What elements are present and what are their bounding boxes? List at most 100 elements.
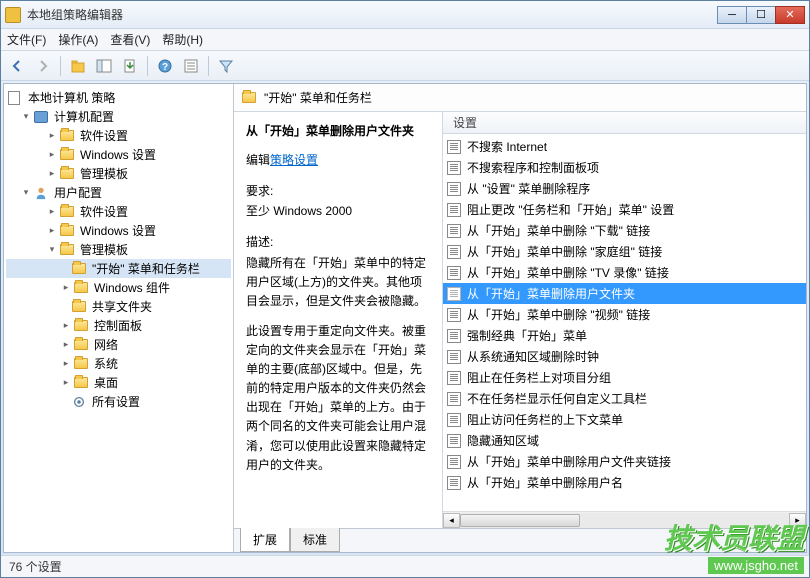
filter-button[interactable] — [214, 54, 238, 78]
list-item[interactable]: 从「开始」菜单中删除用户名 — [443, 472, 806, 493]
forward-button[interactable] — [31, 54, 55, 78]
tree-panel[interactable]: 本地计算机 策略 ▾ 计算机配置 ▸ 软件设置 ▸ Windows 设置 ▸ 管… — [4, 84, 234, 552]
list-item[interactable]: 从 "设置" 菜单删除程序 — [443, 178, 806, 199]
horizontal-scrollbar[interactable]: ◂ ▸ — [443, 511, 806, 528]
expand-icon[interactable]: ▸ — [60, 377, 72, 389]
folder-icon — [74, 320, 88, 331]
properties-button[interactable] — [179, 54, 203, 78]
folder-icon — [74, 377, 88, 388]
folder-icon — [74, 358, 88, 369]
titlebar[interactable]: 本地组策略编辑器 ─ ☐ ✕ — [1, 1, 809, 29]
scroll-thumb[interactable] — [460, 514, 580, 527]
menu-view[interactable]: 查看(V) — [110, 31, 150, 48]
expand-icon[interactable]: ▸ — [60, 358, 72, 370]
list-item[interactable]: 从系统通知区域删除时钟 — [443, 346, 806, 367]
list-item[interactable]: 强制经典「开始」菜单 — [443, 325, 806, 346]
tree-cc-admin[interactable]: ▸ 管理模板 — [6, 164, 231, 183]
tree-label: Windows 组件 — [94, 279, 170, 296]
svg-text:?: ? — [162, 62, 168, 73]
expand-icon[interactable]: ▸ — [46, 206, 58, 218]
desc-label: 描述: — [246, 233, 430, 252]
policy-icon — [8, 91, 20, 105]
right-header: "开始" 菜单和任务栏 — [234, 84, 806, 112]
collapse-icon[interactable]: ▾ — [46, 244, 58, 256]
list-item-label: 从「开始」菜单中删除 "TV 录像" 链接 — [467, 264, 669, 281]
scroll-left-button[interactable]: ◂ — [443, 513, 460, 528]
list-item[interactable]: 从「开始」菜单中删除 "下载" 链接 — [443, 220, 806, 241]
scroll-track[interactable] — [460, 513, 789, 528]
settings-column-header[interactable]: 设置 — [443, 112, 806, 134]
tree-shared-folders[interactable]: 共享文件夹 — [6, 297, 231, 316]
back-button[interactable] — [5, 54, 29, 78]
settings-list[interactable]: 不搜索 Internet 不搜索程序和控制面板项从 "设置" 菜单删除程序阻止更改… — [443, 134, 806, 511]
policy-item-icon — [447, 455, 461, 469]
policy-item-icon — [447, 392, 461, 406]
tree-network[interactable]: ▸ 网络 — [6, 335, 231, 354]
maximize-button[interactable]: ☐ — [746, 6, 776, 24]
tree-uc-software[interactable]: ▸ 软件设置 — [6, 202, 231, 221]
policy-item-icon — [447, 140, 461, 154]
expand-icon[interactable]: ▸ — [46, 149, 58, 161]
tree-desktop[interactable]: ▸ 桌面 — [6, 373, 231, 392]
list-item[interactable]: 不搜索程序和控制面板项 — [443, 157, 806, 178]
list-item-label: 不搜索 Internet — [467, 138, 547, 155]
expand-icon[interactable]: ▸ — [46, 225, 58, 237]
tree-label: 网络 — [94, 336, 118, 353]
tree-root[interactable]: 本地计算机 策略 — [6, 88, 231, 107]
list-item[interactable]: 从「开始」菜单中删除 "家庭组" 链接 — [443, 241, 806, 262]
menu-action[interactable]: 操作(A) — [58, 31, 98, 48]
expand-icon[interactable]: ▸ — [60, 339, 72, 351]
tree-computer-config[interactable]: ▾ 计算机配置 — [6, 107, 231, 126]
tree-cc-software[interactable]: ▸ 软件设置 — [6, 126, 231, 145]
expand-icon[interactable]: ▸ — [46, 130, 58, 142]
tree-uc-admin[interactable]: ▾ 管理模板 — [6, 240, 231, 259]
right-body: 从「开始」菜单删除用户文件夹 编辑策略设置 要求: 至少 Windows 200… — [234, 112, 806, 528]
export-button[interactable] — [118, 54, 142, 78]
tree-label: 所有设置 — [92, 393, 140, 410]
list-item-label: 从「开始」菜单中删除用户文件夹链接 — [467, 453, 671, 470]
menu-help[interactable]: 帮助(H) — [162, 31, 203, 48]
content-area: 本地计算机 策略 ▾ 计算机配置 ▸ 软件设置 ▸ Windows 设置 ▸ 管… — [3, 83, 807, 553]
list-item[interactable]: 从「开始」菜单中删除用户文件夹链接 — [443, 451, 806, 472]
expand-icon[interactable]: ▸ — [60, 320, 72, 332]
close-button[interactable]: ✕ — [775, 6, 805, 24]
list-item-label: 强制经典「开始」菜单 — [467, 327, 587, 344]
collapse-icon[interactable]: ▾ — [20, 187, 32, 199]
tree-uc-windows[interactable]: ▸ Windows 设置 — [6, 221, 231, 240]
tree-all-settings[interactable]: 所有设置 — [6, 392, 231, 411]
list-item[interactable]: 阻止在任务栏上对项目分组 — [443, 367, 806, 388]
list-item[interactable]: 阻止更改 "任务栏和「开始」菜单" 设置 — [443, 199, 806, 220]
list-item[interactable]: 从「开始」菜单删除用户文件夹 — [443, 283, 806, 304]
up-button[interactable] — [66, 54, 90, 78]
list-item[interactable]: 从「开始」菜单中删除 "TV 录像" 链接 — [443, 262, 806, 283]
req-label: 要求: — [246, 182, 430, 201]
collapse-icon[interactable]: ▾ — [20, 111, 32, 123]
tree-label: 管理模板 — [80, 165, 128, 182]
tree-control-panel[interactable]: ▸ 控制面板 — [6, 316, 231, 335]
tree-cc-windows[interactable]: ▸ Windows 设置 — [6, 145, 231, 164]
menubar: 文件(F) 操作(A) 查看(V) 帮助(H) — [1, 29, 809, 51]
tab-standard[interactable]: 标准 — [290, 528, 340, 552]
edit-policy-link[interactable]: 策略设置 — [270, 153, 318, 167]
help-button[interactable]: ? — [153, 54, 177, 78]
list-item[interactable]: 不在任务栏显示任何自定义工具栏 — [443, 388, 806, 409]
list-item[interactable]: 隐藏通知区域 — [443, 430, 806, 451]
show-hide-tree-button[interactable] — [92, 54, 116, 78]
scroll-right-button[interactable]: ▸ — [789, 513, 806, 528]
expand-icon[interactable]: ▸ — [60, 282, 72, 294]
policy-item-icon — [447, 329, 461, 343]
list-item[interactable]: 阻止访问任务栏的上下文菜单 — [443, 409, 806, 430]
policy-item-icon — [447, 266, 461, 280]
policy-item-icon — [447, 182, 461, 196]
tree-win-components[interactable]: ▸ Windows 组件 — [6, 278, 231, 297]
list-item[interactable]: 不搜索 Internet — [443, 136, 806, 157]
expand-icon[interactable]: ▸ — [46, 168, 58, 180]
minimize-button[interactable]: ─ — [717, 6, 747, 24]
tree-user-config[interactable]: ▾ 用户配置 — [6, 183, 231, 202]
menu-file[interactable]: 文件(F) — [7, 31, 46, 48]
tree-label: 系统 — [94, 355, 118, 372]
tab-extended[interactable]: 扩展 — [240, 528, 290, 552]
tree-start-taskbar[interactable]: "开始" 菜单和任务栏 — [6, 259, 231, 278]
list-item[interactable]: 从「开始」菜单中删除 "视频" 链接 — [443, 304, 806, 325]
tree-system[interactable]: ▸ 系统 — [6, 354, 231, 373]
